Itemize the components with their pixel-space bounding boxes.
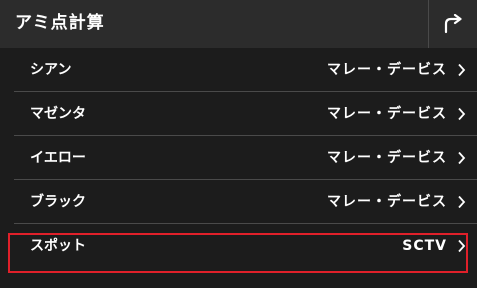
chevron-right-icon <box>458 63 466 77</box>
list-item-magenta[interactable]: マゼンタ マレー・デービス <box>14 92 477 136</box>
list-item-black[interactable]: ブラック マレー・デービス <box>14 180 477 224</box>
row-label: シアン <box>30 62 72 78</box>
share-arrow-icon <box>444 14 462 34</box>
chevron-right-icon <box>458 151 466 165</box>
row-label: マゼンタ <box>30 106 86 122</box>
selection-highlight <box>8 233 468 273</box>
title-bar: アミ点計算 <box>0 0 477 48</box>
page-title: アミ点計算 <box>15 13 105 33</box>
row-label: ブラック <box>30 194 86 210</box>
row-value: マレー・デービス <box>327 62 447 78</box>
list-item-cyan[interactable]: シアン マレー・デービス <box>14 48 477 92</box>
row-value: マレー・デービス <box>327 194 447 210</box>
row-label: イエロー <box>30 150 86 166</box>
share-button[interactable] <box>428 0 477 48</box>
list-item-yellow[interactable]: イエロー マレー・デービス <box>14 136 477 180</box>
chevron-right-icon <box>458 107 466 121</box>
chevron-right-icon <box>458 195 466 209</box>
row-value: マレー・デービス <box>327 150 447 166</box>
row-value: マレー・デービス <box>327 106 447 122</box>
